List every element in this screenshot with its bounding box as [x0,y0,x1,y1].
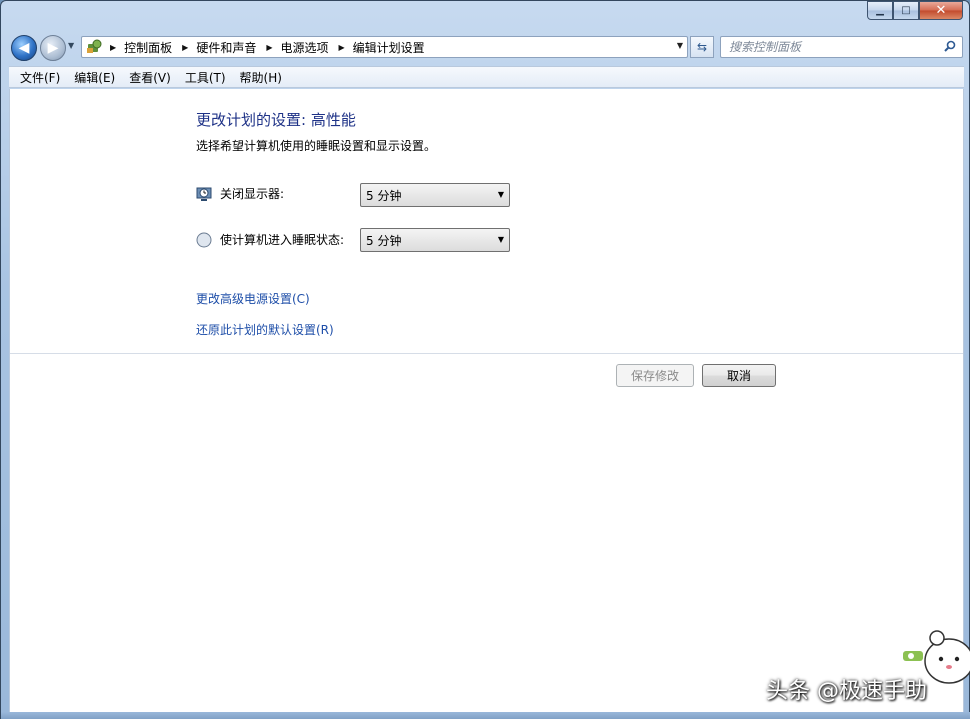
menu-tools[interactable]: 工具(T) [178,69,233,86]
setting-row-display: 关闭显示器: [196,185,284,202]
breadcrumb-separator[interactable]: ▶ [110,43,116,52]
menu-file[interactable]: 文件(F) [13,69,67,86]
setting-row-sleep: 使计算机进入睡眠状态: [196,231,344,248]
setting-label-sleep: 使计算机进入睡眠状态: [220,233,345,247]
arrow-right-icon: ▶ [47,40,59,56]
sleep-select[interactable]: 5 分钟 ▼ [360,228,510,252]
monitor-clock-icon [196,186,212,202]
breadcrumb-hardware-sound[interactable]: 硬件和声音 [196,39,256,56]
back-button[interactable]: ◀ [11,35,37,61]
minimize-button[interactable]: ▁ [867,1,893,20]
breadcrumb-separator[interactable]: ▶ [266,43,272,52]
recent-pages-dropdown[interactable]: ▼ [68,41,74,50]
main-content: 更改计划的设置: 高性能 选择希望计算机使用的睡眠设置和显示设置。 关闭显示器:… [9,89,964,712]
maximize-button[interactable]: □ [893,1,919,20]
explorer-window: ▁ □ ✕ ◀ ▶ ▼ ▶ 控制面板 ▶ 硬件和声音 ▶ 电源选项 ▶ 编辑计划… [0,0,970,719]
breadcrumb-power-options[interactable]: 电源选项 [281,39,329,56]
advanced-power-settings-link[interactable]: 更改高级电源设置(C) [196,290,310,307]
page-subtitle: 选择希望计算机使用的睡眠设置和显示设置。 [196,139,437,153]
setting-label-display: 关闭显示器: [220,187,285,201]
control-panel-icon [86,39,102,55]
navigation-bar: ◀ ▶ ▼ ▶ 控制面板 ▶ 硬件和声音 ▶ 电源选项 ▶ 编辑计划设置 ▼ ⇆ [9,33,964,61]
chevron-down-icon: ▼ [497,235,504,244]
refresh-icon: ⇆ [696,40,708,54]
cancel-button[interactable]: 取消 [702,364,776,387]
moon-icon [196,232,212,248]
breadcrumb-edit-plan[interactable]: 编辑计划设置 [353,39,425,56]
display-off-select[interactable]: 5 分钟 ▼ [360,183,510,207]
breadcrumb-separator[interactable]: ▶ [339,43,345,52]
menu-help[interactable]: 帮助(H) [233,69,289,86]
menu-bar: 文件(F) 编辑(E) 查看(V) 工具(T) 帮助(H) [9,66,964,88]
caption-buttons: ▁ □ ✕ [867,1,963,21]
menu-view[interactable]: 查看(V) [122,69,178,86]
save-button[interactable]: 保存修改 [616,364,694,387]
arrow-left-icon: ◀ [18,40,30,56]
breadcrumb-separator[interactable]: ▶ [182,43,188,52]
sleep-value: 5 分钟 [366,233,402,248]
breadcrumb-control-panel[interactable]: 控制面板 [124,39,172,56]
watermark-text: 头条 @极速手助 [766,679,927,704]
display-off-value: 5 分钟 [366,188,402,203]
address-bar[interactable]: ▶ 控制面板 ▶ 硬件和声音 ▶ 电源选项 ▶ 编辑计划设置 ▼ [81,36,688,58]
divider [10,353,963,354]
page-title: 更改计划的设置: 高性能 [196,111,356,129]
search-input[interactable] [729,40,929,54]
window-bottom-border [1,712,970,719]
chevron-down-icon[interactable]: ▼ [677,41,683,50]
search-box[interactable] [720,36,963,58]
menu-edit[interactable]: 编辑(E) [67,69,122,86]
close-button[interactable]: ✕ [919,1,963,20]
forward-button[interactable]: ▶ [40,35,66,61]
title-bar: ▁ □ ✕ [1,1,969,31]
restore-defaults-link[interactable]: 还原此计划的默认设置(R) [196,321,334,338]
chevron-down-icon: ▼ [497,190,504,199]
search-icon[interactable] [944,40,956,55]
refresh-button[interactable]: ⇆ [690,36,714,58]
